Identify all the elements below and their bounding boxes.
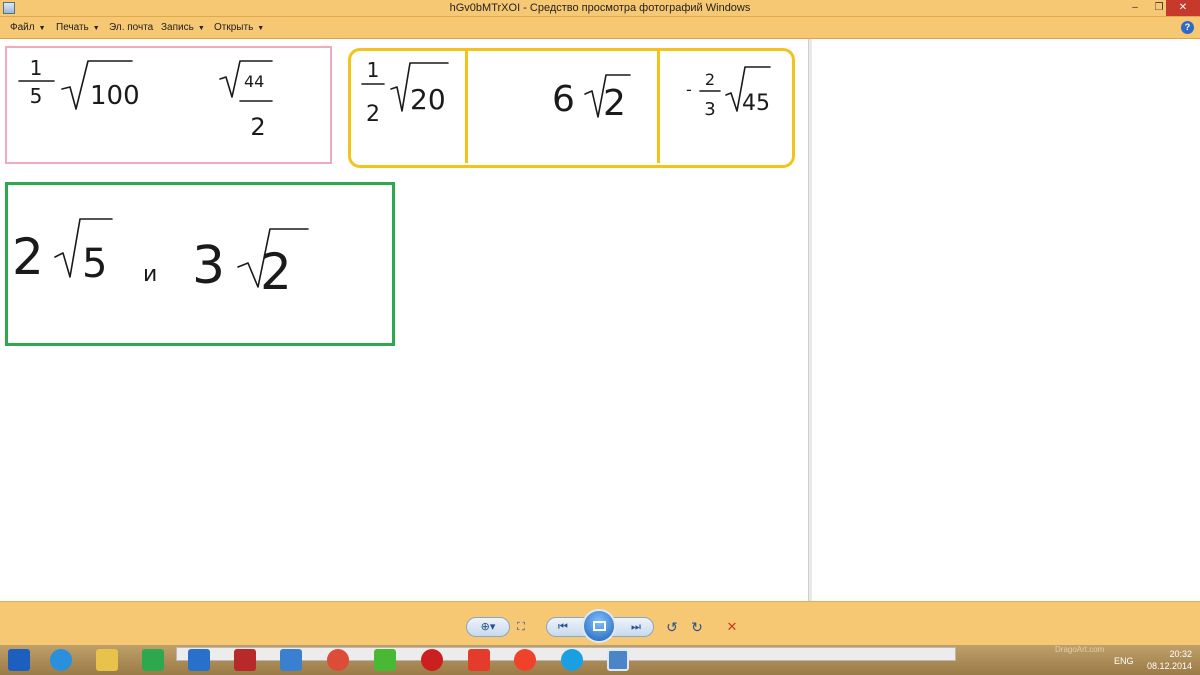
expr-minus-two-thirds-root-45: - 2 3 45 — [686, 66, 771, 120]
yandex-browser-icon[interactable] — [514, 649, 536, 671]
power-icon[interactable] — [234, 649, 256, 671]
radicand: 45 — [742, 91, 770, 116]
app-icon[interactable] — [188, 649, 210, 671]
numerator: 2 — [705, 70, 715, 89]
menu-file-label: Файл — [10, 22, 35, 33]
magnifier-icon[interactable]: ⊕▾ — [470, 617, 506, 637]
denominator: 2 — [250, 113, 265, 141]
menu-burn-label: Запись — [161, 22, 194, 33]
skype-icon[interactable] — [561, 649, 583, 671]
radicand: 2 — [603, 83, 626, 124]
title-bar: hGv0bMTrXOI - Средство просмотра фотогра… — [0, 0, 1200, 17]
chevron-down-icon: ▼ — [38, 25, 46, 32]
internet-explorer-icon[interactable] — [50, 649, 72, 671]
denominator: 5 — [30, 84, 43, 108]
yandex-icon[interactable] — [468, 649, 490, 671]
close-button[interactable]: ✕ — [1166, 0, 1200, 16]
photo-canvas[interactable]: 1 5 100 44 2 1 2 20 6 2 - 2 3 45 2 5 и 3… — [0, 39, 1200, 601]
language-indicator[interactable]: ENG — [1114, 656, 1134, 666]
start-icon[interactable] — [8, 649, 30, 671]
taskbar: DragoArt.com ENG 20:32 08.12.2014 — [0, 645, 1200, 675]
help-icon[interactable]: ? — [1181, 21, 1194, 34]
menu-burn[interactable]: Запись ▼ — [161, 22, 205, 33]
app-green-icon[interactable] — [374, 649, 396, 671]
chevron-down-icon: ▼ — [197, 25, 205, 32]
store-icon[interactable] — [142, 649, 164, 671]
menu-open-label: Открыть — [214, 22, 254, 33]
next-icon[interactable]: ⏭ — [626, 617, 646, 637]
expr-six-root-2: 6 2 — [552, 74, 631, 124]
previous-icon[interactable]: ⏮ — [553, 617, 573, 637]
expr-one-fifth-root-100: 1 5 100 — [18, 56, 140, 111]
radicand: 20 — [410, 83, 446, 116]
radicand: 100 — [90, 81, 140, 111]
photo-viewer-icon[interactable] — [607, 649, 629, 671]
slideshow-icon — [593, 621, 606, 631]
coefficient: 2 — [12, 228, 44, 286]
rotate-cw-icon[interactable]: ↻ — [688, 617, 706, 637]
menu-email[interactable]: Эл. почта — [109, 22, 153, 33]
denominator: 2 — [366, 102, 380, 127]
clock-date[interactable]: 08.12.2014 — [1146, 661, 1192, 671]
expr-compare: 2 5 и 3 2 — [12, 218, 309, 301]
menu-print[interactable]: Печать ▼ — [56, 22, 100, 33]
chrome-icon[interactable] — [327, 649, 349, 671]
viewer-divider — [808, 39, 812, 601]
denominator: 3 — [704, 99, 715, 120]
minimize-button[interactable]: – — [1123, 0, 1147, 16]
file-explorer-icon[interactable] — [96, 649, 118, 671]
menu-email-label: Эл. почта — [109, 22, 154, 33]
handwritten-math: 1 5 100 44 2 1 2 20 6 2 - 2 3 45 2 5 и 3… — [12, 56, 771, 301]
menu-open[interactable]: Открыть ▼ — [214, 22, 264, 33]
conjunction: и — [143, 262, 157, 287]
rotate-ccw-icon[interactable]: ↺ — [663, 617, 681, 637]
window-title: hGv0bMTrXOI - Средство просмотра фотогра… — [449, 2, 751, 14]
radicand: 44 — [244, 72, 264, 91]
opera-icon[interactable] — [421, 649, 443, 671]
audio-icon[interactable] — [280, 649, 302, 671]
chevron-down-icon: ▼ — [257, 25, 265, 32]
numerator: 1 — [367, 58, 380, 82]
clock-time[interactable]: 20:32 — [1152, 649, 1192, 659]
expr-root-44-over-2: 44 2 — [219, 60, 273, 141]
player-toolbar: ⊕▾ ⛶ ⏮ ⏭ ↺ ↻ ✕ — [0, 601, 1200, 645]
delete-icon[interactable]: ✕ — [722, 617, 742, 637]
numerator: 1 — [30, 56, 43, 80]
menu-print-label: Печать — [56, 22, 89, 33]
radicand: 5 — [82, 241, 107, 287]
sign: - — [686, 80, 692, 99]
radicand: 2 — [260, 243, 292, 301]
menu-bar: Файл ▼ Печать ▼ Эл. почта Запись ▼ Открыть ▼… — [0, 17, 1200, 39]
expr-half-root-20: 1 2 20 — [361, 58, 449, 127]
menu-file[interactable]: Файл ▼ — [10, 22, 46, 33]
chevron-down-icon: ▼ — [92, 25, 100, 32]
coefficient: 6 — [552, 79, 575, 120]
coefficient: 3 — [192, 236, 225, 296]
fit-window-icon[interactable]: ⛶ — [512, 617, 530, 637]
watermark: DragoArt.com — [1055, 645, 1105, 654]
slideshow-button[interactable] — [582, 609, 616, 643]
